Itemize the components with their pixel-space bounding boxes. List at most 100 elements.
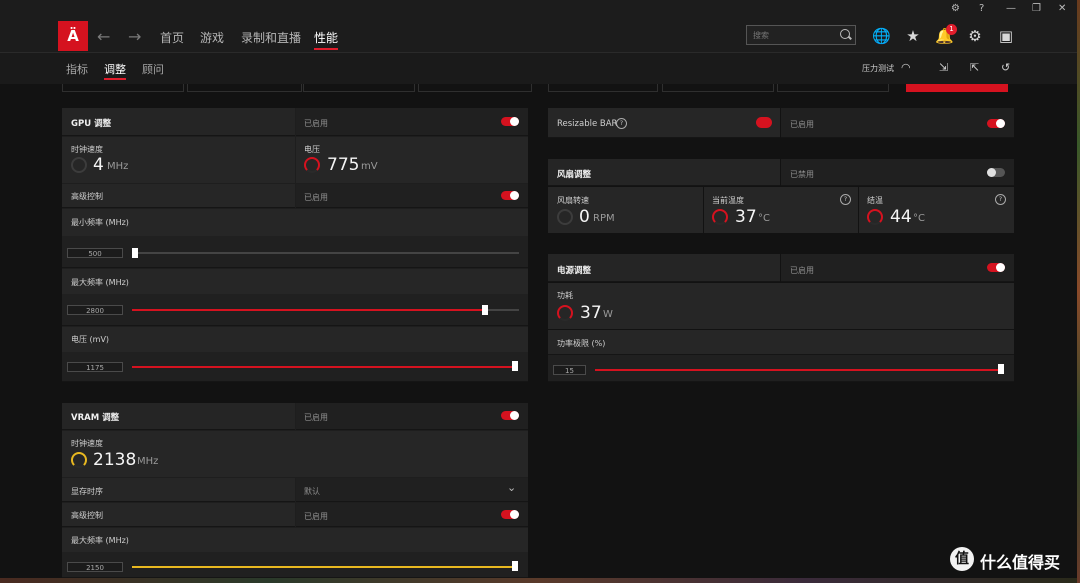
memory-timing-label: 显存时序 [71, 487, 103, 496]
minimize-button[interactable]: — [1006, 3, 1016, 14]
cut-off-control [777, 84, 889, 92]
subtab-advisors[interactable]: 顾问 [142, 61, 164, 77]
gpu-tuning-toggle[interactable] [501, 117, 519, 126]
memory-timing-value: 默认 [304, 487, 320, 496]
chevron-down-icon[interactable]: ⌄ [507, 481, 516, 494]
toggle-knob [510, 510, 519, 519]
vram-advanced-status-cell [296, 503, 528, 527]
power-draw-value: 37 [580, 303, 602, 323]
current-temp-value: 37 [735, 207, 757, 227]
max-freq-thumb[interactable] [482, 305, 488, 315]
current-temp-cell [704, 187, 858, 233]
bug-icon[interactable]: ⚙ [951, 3, 960, 14]
help-icon[interactable]: ? [616, 118, 627, 129]
min-freq-track[interactable] [132, 252, 519, 254]
vram-max-freq-input[interactable]: 2150 [67, 562, 123, 572]
toggle-knob [996, 263, 1005, 272]
gpu-clock-value: 4 [93, 155, 104, 175]
power-limit-label: 功率极限 (%) [557, 339, 606, 348]
maximize-button[interactable]: ❐ [1032, 3, 1041, 14]
notification-badge: 1 [946, 24, 957, 35]
star-icon[interactable]: ★ [904, 27, 922, 45]
power-title: 电源调整 [557, 266, 592, 276]
stress-test-label[interactable]: 压力测试 [862, 63, 894, 74]
watermark-text: 什么值得买 [980, 553, 1061, 572]
vram-max-freq-label: 最大频率 (MHz) [71, 536, 129, 545]
resizable-bar-status-cell [781, 108, 1014, 138]
close-button[interactable]: ✕ [1058, 3, 1066, 14]
vram-advanced-toggle[interactable] [501, 510, 519, 519]
reset-icon[interactable]: ↺ [1001, 61, 1010, 74]
vram-max-freq-slider-row [62, 552, 528, 578]
vram-title: VRAM 调整 [71, 413, 120, 423]
power-limit-input[interactable]: 15 [553, 365, 586, 375]
fan-speed-gauge [557, 209, 573, 225]
gpu-advanced-toggle[interactable] [501, 191, 519, 200]
resizable-bar-toggle[interactable] [987, 119, 1005, 128]
max-freq-fill [132, 309, 485, 311]
gauge-icon[interactable]: ◠ [901, 61, 911, 74]
current-temp-gauge [712, 209, 728, 225]
tab-games[interactable]: 游戏 [200, 29, 224, 46]
gpu-voltage-gauge [304, 157, 320, 173]
tab-performance[interactable]: 性能 [314, 29, 338, 46]
desktop-edge-bottom [0, 578, 1077, 583]
globe-icon[interactable]: 🌐 [872, 27, 891, 45]
forward-arrow-icon[interactable]: → [128, 27, 141, 46]
power-draw-label: 功耗 [557, 291, 573, 300]
cut-off-control [187, 84, 302, 92]
vram-clock-value: 2138 [93, 450, 137, 470]
subtab-metrics[interactable]: 指标 [66, 61, 88, 77]
tab-home[interactable]: 首页 [160, 29, 184, 46]
amd-logo[interactable]: Ä [58, 21, 88, 51]
power-draw-cell [548, 283, 1014, 329]
gpu-voltage-value: 775 [327, 155, 360, 175]
vram-clock-unit: MHz [137, 456, 159, 467]
min-freq-label: 最小频率 (MHz) [71, 218, 129, 227]
junction-temp-value: 44 [890, 207, 912, 227]
voltage-thumb[interactable] [512, 361, 518, 371]
vram-tuning-toggle[interactable] [501, 411, 519, 420]
fan-tuning-toggle[interactable] [987, 168, 1005, 177]
gpu-voltage-unit: mV [361, 161, 378, 172]
max-freq-input[interactable]: 2800 [67, 305, 123, 315]
cut-off-apply-button[interactable] [906, 84, 1008, 92]
toggle-knob [510, 117, 519, 126]
watermark-logo: 值 [950, 547, 974, 571]
back-arrow-icon[interactable]: ← [97, 27, 110, 46]
fan-speed-value: 0 [579, 207, 590, 227]
toggle-knob [510, 191, 519, 200]
voltage-input[interactable]: 1175 [67, 362, 123, 372]
min-freq-input[interactable]: 500 [67, 248, 123, 258]
cut-off-control [662, 84, 774, 92]
vram-max-freq-thumb[interactable] [512, 561, 518, 571]
help-icon[interactable]: ? [995, 194, 1006, 205]
min-freq-thumb[interactable] [132, 248, 138, 258]
current-temp-unit: °C [758, 213, 770, 224]
help-icon[interactable]: ? [840, 194, 851, 205]
subtab-tuning[interactable]: 调整 [104, 61, 126, 77]
vram-status-cell [296, 403, 528, 430]
search-icon[interactable] [840, 29, 850, 39]
help-icon[interactable]: ? [979, 3, 984, 14]
junction-temp-unit: °C [913, 213, 925, 224]
memory-timing-select[interactable] [296, 478, 528, 502]
current-temp-label: 当前温度 [712, 196, 744, 205]
vram-clock-gauge [71, 452, 87, 468]
vram-status: 已启用 [304, 413, 328, 422]
import-icon[interactable]: ⇲ [939, 61, 948, 74]
gear-icon[interactable]: ⚙ [966, 27, 984, 45]
vram-max-freq-label-row [62, 528, 528, 552]
search-box[interactable] [746, 25, 856, 45]
title-bar [0, 0, 1077, 20]
tab-record-stream[interactable]: 录制和直播 [241, 29, 301, 46]
export-icon[interactable]: ⇱ [970, 61, 979, 74]
layout-icon[interactable]: ▣ [997, 27, 1015, 45]
power-tuning-toggle[interactable] [987, 263, 1005, 272]
active-tab-underline [314, 48, 338, 50]
search-input[interactable] [753, 28, 833, 42]
gpu-clock-gauge [71, 157, 87, 173]
power-limit-thumb[interactable] [998, 364, 1004, 374]
junction-temp-gauge [867, 209, 883, 225]
gpu-title: GPU 调整 [71, 119, 112, 129]
